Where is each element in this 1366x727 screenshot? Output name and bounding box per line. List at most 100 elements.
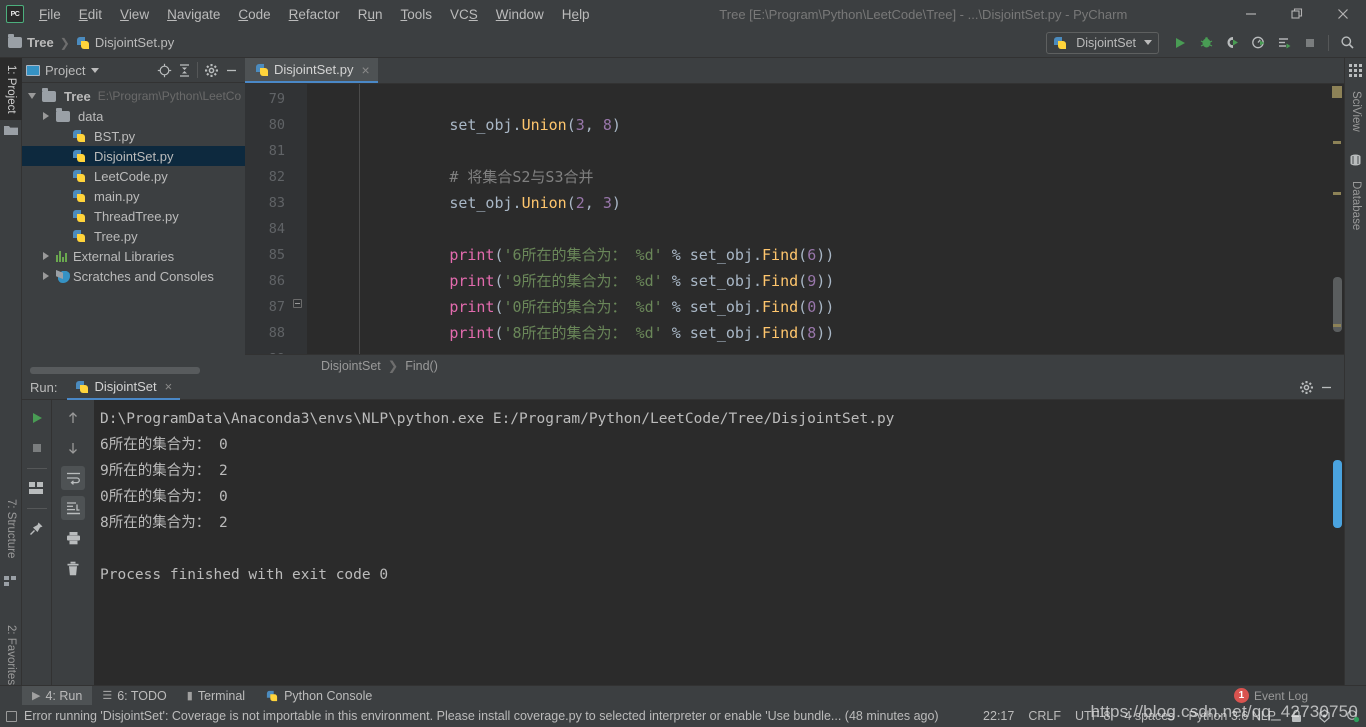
menu-window[interactable]: Window: [487, 3, 553, 26]
status-message[interactable]: Error running 'DisjointSet': Coverage is…: [0, 709, 939, 723]
expand-arrow-icon[interactable]: [40, 246, 52, 266]
message-icon: [6, 710, 17, 722]
chevron-down-icon[interactable]: [91, 67, 100, 73]
expand-arrow-icon[interactable]: [40, 106, 52, 126]
run-with-console-button[interactable]: [1272, 31, 1296, 55]
status-indent[interactable]: 4 spaces: [1124, 709, 1174, 723]
tree-row-data[interactable]: data: [22, 106, 245, 126]
minimize-icon[interactable]: [1228, 0, 1274, 28]
notifications-icon[interactable]: [1346, 709, 1360, 723]
lock-icon[interactable]: [1290, 709, 1304, 723]
run-configuration-selector[interactable]: DisjointSet: [1046, 31, 1159, 54]
expand-arrow-icon[interactable]: [26, 86, 38, 106]
menu-help[interactable]: Help: [553, 3, 599, 26]
code-fold-marker[interactable]: [293, 299, 302, 308]
code-editor[interactable]: 79 80 81 82 83 84 85 86 87 88 89 set_obj…: [245, 84, 1344, 367]
editor-scrollbar[interactable]: [1330, 84, 1344, 360]
status-encoding[interactable]: UTF-8: [1075, 709, 1110, 723]
menu-view[interactable]: View: [111, 3, 158, 26]
token: ): [611, 194, 621, 212]
menu-file[interactable]: File: [30, 3, 70, 26]
gear-icon[interactable]: [201, 60, 221, 80]
structure-icon: [4, 574, 18, 588]
scroll-to-end-button[interactable]: [61, 496, 85, 520]
menu-refactor[interactable]: Refactor: [280, 3, 349, 26]
hide-panel-button[interactable]: [1316, 378, 1336, 398]
arrow-down-icon[interactable]: [61, 436, 85, 460]
rerun-button[interactable]: [25, 406, 49, 430]
tree-row-external-libraries[interactable]: External Libraries: [22, 246, 245, 266]
trash-icon[interactable]: [61, 556, 85, 580]
run-button[interactable]: [1168, 31, 1192, 55]
printer-icon[interactable]: [61, 526, 85, 550]
sidebar-item-project[interactable]: 1: Project: [0, 58, 22, 120]
soft-wrap-button[interactable]: [61, 466, 85, 490]
layout-button[interactable]: [25, 476, 49, 500]
tree-row-threadtree[interactable]: ThreadTree.py: [22, 206, 245, 226]
tree-row-disjointset[interactable]: DisjointSet.py: [22, 146, 245, 166]
stop-button[interactable]: [1298, 31, 1322, 55]
close-icon[interactable]: ×: [165, 379, 173, 394]
arrow-up-icon[interactable]: [61, 406, 85, 430]
token: (: [566, 116, 576, 134]
search-icon[interactable]: [1335, 31, 1359, 55]
tree-row-tree[interactable]: Tree E:\Program\Python\LeetCo: [22, 86, 245, 106]
tree-row-leetcode[interactable]: LeetCode.py: [22, 166, 245, 186]
menu-navigate[interactable]: Navigate: [158, 3, 229, 26]
project-tree-hscrollbar[interactable]: [30, 367, 235, 374]
tree-row-scratches-and-consoles[interactable]: Scratches and Consoles: [22, 266, 245, 286]
run-coverage-button[interactable]: [1220, 31, 1244, 55]
breadcrumb-method[interactable]: Find(): [405, 359, 438, 373]
debug-button[interactable]: [1194, 31, 1218, 55]
run-tab-disjointset[interactable]: DisjointSet ×: [67, 376, 181, 400]
tab-run[interactable]: ▶ 4: Run: [22, 685, 93, 706]
scrollbar-thumb[interactable]: [1333, 460, 1342, 528]
menu-run[interactable]: Run: [349, 3, 392, 26]
sidebar-item-database[interactable]: Database: [1345, 170, 1366, 242]
tab-todo[interactable]: ☰ 6: TODO: [92, 686, 176, 706]
restore-icon[interactable]: [1274, 0, 1320, 28]
menu-edit[interactable]: Edit: [70, 3, 111, 26]
folder-icon: [56, 107, 70, 122]
tab-disjointset-py[interactable]: DisjointSet.py ×: [245, 58, 378, 83]
project-tree[interactable]: Tree E:\Program\Python\LeetCo data BST.p…: [22, 83, 245, 376]
folder-icon: [42, 87, 56, 102]
menu-code[interactable]: Code: [229, 3, 279, 26]
code-lines[interactable]: set_obj.Union(3, 8) # 将集合S2与S3合并 set_obj…: [307, 84, 1344, 360]
locate-button[interactable]: [154, 60, 174, 80]
tree-row-main[interactable]: main.py: [22, 186, 245, 206]
tree-row-treepy[interactable]: Tree.py: [22, 226, 245, 246]
python-icon: [1053, 36, 1067, 50]
breadcrumb-class[interactable]: DisjointSet: [321, 359, 381, 373]
run-console-output[interactable]: D:\ProgramData\Anaconda3\envs\NLP\python…: [94, 400, 1344, 687]
token: 2: [575, 194, 585, 212]
close-icon[interactable]: [1320, 0, 1366, 28]
tab-terminal[interactable]: ▮ Terminal: [177, 686, 255, 706]
menu-tools[interactable]: Tools: [391, 3, 441, 26]
close-icon[interactable]: ×: [361, 63, 369, 77]
hide-panel-button[interactable]: [221, 60, 241, 80]
status-line-separator[interactable]: CRLF: [1028, 709, 1061, 723]
tree-row-bst[interactable]: BST.py: [22, 126, 245, 146]
collapse-all-button[interactable]: [174, 60, 194, 80]
python-file-icon: [72, 149, 86, 163]
tree-row-label: BST.py: [94, 128, 136, 144]
expand-arrow-icon[interactable]: [40, 266, 52, 286]
pin-icon[interactable]: [25, 516, 49, 540]
token: Find: [762, 272, 799, 290]
sidebar-item-favorites-label: 2: Favorites: [5, 624, 17, 686]
breadcrumb-file[interactable]: DisjointSet.py: [76, 35, 174, 50]
sidebar-item-sciview[interactable]: SciView: [1345, 80, 1366, 142]
console-scrollbar[interactable]: [1331, 400, 1344, 687]
profile-button[interactable]: [1246, 31, 1270, 55]
status-interpreter[interactable]: Python 3.6 NLP: [1188, 709, 1276, 723]
breadcrumb-project[interactable]: Tree: [8, 34, 54, 50]
hector-icon[interactable]: [1318, 709, 1332, 723]
scrollbar-thumb[interactable]: [30, 367, 200, 374]
event-log-indicator[interactable]: 1 Event Log: [1233, 688, 1308, 703]
sidebar-item-structure[interactable]: 7: Structure: [0, 488, 22, 570]
menu-vcs[interactable]: VCS: [441, 3, 487, 26]
stop-button[interactable]: [25, 436, 49, 460]
tab-python-console[interactable]: Python Console: [255, 686, 382, 706]
gear-icon[interactable]: [1296, 378, 1316, 398]
